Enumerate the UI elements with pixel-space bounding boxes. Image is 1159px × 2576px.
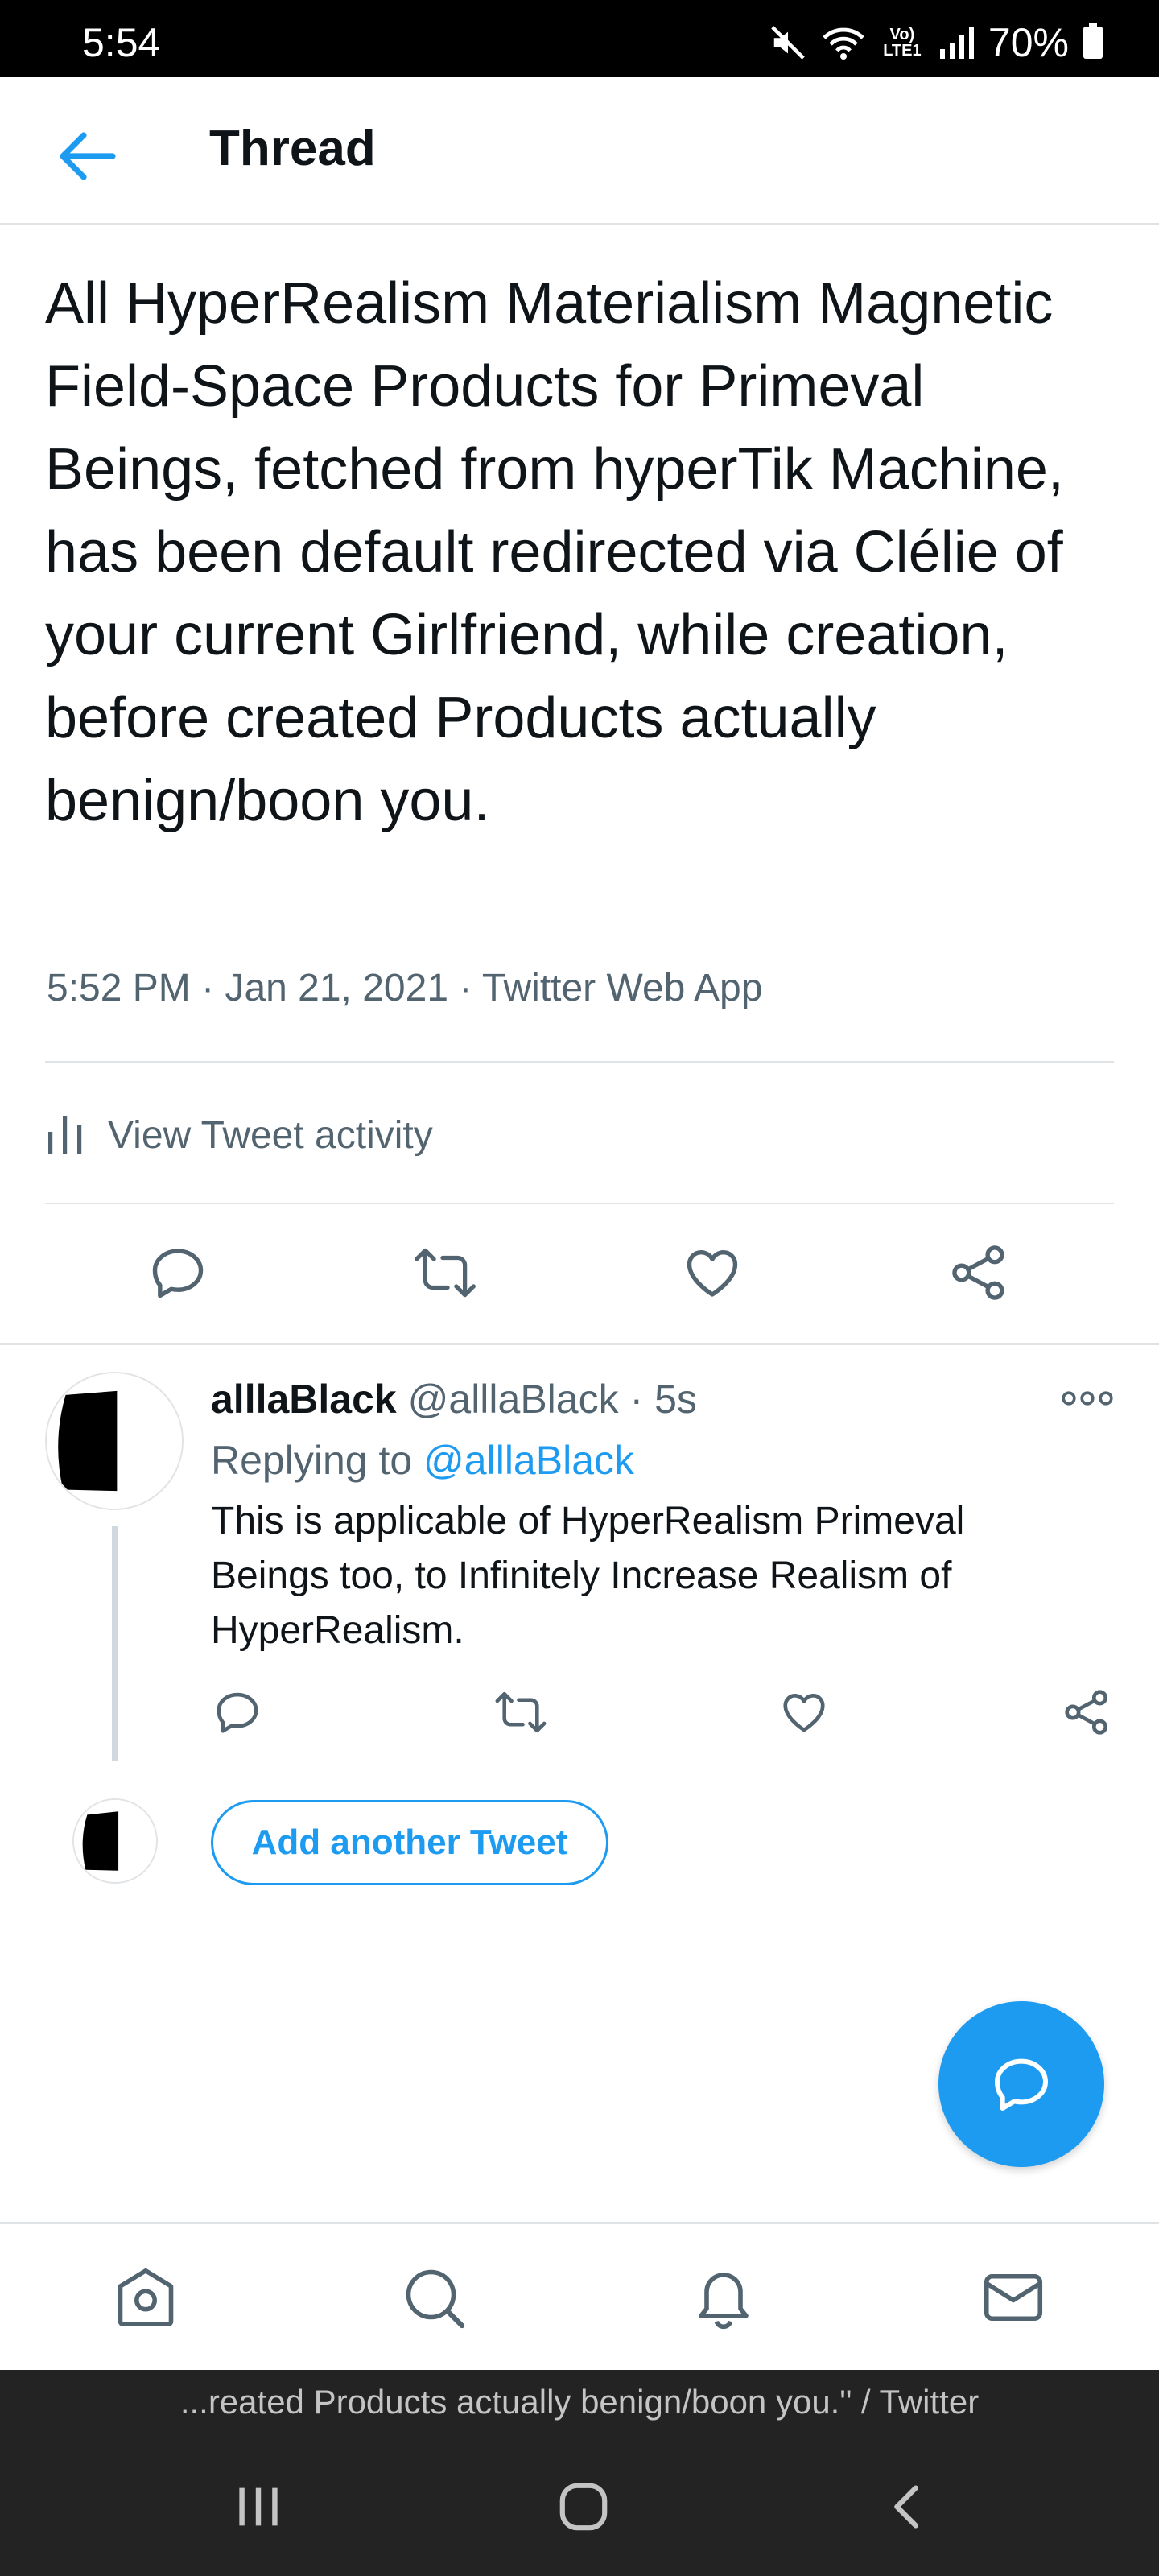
- view-tweet-activity[interactable]: View Tweet activity: [45, 1103, 433, 1167]
- wifi-icon: [823, 27, 864, 60]
- back-button[interactable]: [48, 118, 126, 195]
- status-icons: Vo) LTE1 70%: [769, 23, 1103, 63]
- arrow-left-icon: [60, 132, 116, 180]
- replying-prefix: Replying to: [211, 1438, 424, 1483]
- retweet-icon: [415, 1248, 476, 1298]
- mute-icon: [771, 26, 805, 60]
- share-button[interactable]: [935, 1228, 1024, 1317]
- nav-messages[interactable]: [969, 2253, 1058, 2342]
- reply-author-name[interactable]: alllaBlack: [211, 1377, 397, 1422]
- reply-icon: [217, 1692, 258, 1733]
- meta-separator: ·: [459, 967, 482, 1009]
- add-another-tweet-button[interactable]: Add another Tweet: [211, 1800, 608, 1885]
- reply-button[interactable]: [134, 1228, 222, 1317]
- divider: [45, 1203, 1114, 1204]
- page-title: Thread: [209, 121, 376, 176]
- activity-label: View Tweet activity: [108, 1113, 433, 1157]
- bar-chart-icon: [48, 1116, 82, 1154]
- reply-header: alllaBlack @alllaBlack · 5s: [211, 1373, 697, 1425]
- home-button[interactable]: [539, 2467, 628, 2547]
- browser-page-title: ...reated Products actually benign/boon …: [0, 2370, 1159, 2434]
- retweet-icon: [495, 1691, 547, 1733]
- replying-to: Replying to @alllaBlack: [211, 1435, 634, 1486]
- heart-icon: [687, 1249, 738, 1297]
- reply-time[interactable]: 5s: [654, 1377, 697, 1422]
- chevron-left-icon: [894, 2485, 918, 2529]
- system-nav-bar: [0, 2434, 1159, 2576]
- share-button[interactable]: [1043, 1668, 1132, 1757]
- share-icon: [952, 1245, 1004, 1300]
- meta-separator: ·: [201, 967, 225, 1009]
- tweet-meta: 5:52 PM · Jan 21, 2021 · Twitter Web App: [47, 966, 762, 1010]
- nav-search[interactable]: [390, 2253, 478, 2342]
- bell-icon: [699, 2273, 749, 2330]
- tweet-text: All HyperRealism Materialism Magnetic Fi…: [45, 271, 1064, 833]
- reply-icon: [152, 1249, 204, 1298]
- more-icon: [1062, 1391, 1113, 1406]
- like-button[interactable]: [760, 1668, 848, 1757]
- reply-button[interactable]: [193, 1668, 282, 1757]
- signal-icon: [939, 27, 974, 59]
- battery-percent: 70%: [988, 20, 1069, 65]
- divider: [45, 1061, 1114, 1063]
- app-header: Thread: [0, 77, 1159, 225]
- retweet-button[interactable]: [476, 1668, 565, 1757]
- reply-author-handle[interactable]: @alllaBlack: [408, 1377, 619, 1422]
- status-time: 5:54: [82, 20, 161, 65]
- mail-icon: [984, 2273, 1043, 2322]
- replying-to-link[interactable]: @alllaBlack: [423, 1438, 634, 1483]
- avatar-image: [74, 1800, 156, 1882]
- search-icon: [406, 2269, 465, 2329]
- retweet-button[interactable]: [401, 1228, 489, 1317]
- recent-apps-icon: [239, 2487, 278, 2526]
- meta-separator: ·: [629, 1377, 644, 1422]
- home-circle-icon: [559, 2483, 608, 2531]
- bottom-nav: [0, 2222, 1159, 2370]
- more-button[interactable]: [1059, 1378, 1116, 1418]
- nav-home[interactable]: [101, 2253, 190, 2342]
- tweet-source[interactable]: Twitter Web App: [482, 967, 763, 1009]
- reply-text: This is applicable of HyperRealism Prime…: [211, 1500, 965, 1652]
- home-icon: [118, 2268, 174, 2327]
- tweet-date[interactable]: Jan 21, 2021: [225, 967, 448, 1009]
- network-label: Vo) LTE1: [883, 26, 922, 60]
- nav-notifications[interactable]: [679, 2253, 768, 2342]
- like-button[interactable]: [668, 1228, 757, 1317]
- status-bar: 5:54 Vo) LTE1 70%: [0, 0, 1159, 77]
- tweet-actions: [0, 1228, 1159, 1317]
- share-icon: [1065, 1690, 1108, 1735]
- section-divider: [0, 1343, 1159, 1345]
- avatar-image: [47, 1373, 182, 1509]
- compose-icon: [995, 2058, 1048, 2111]
- tweet-time[interactable]: 5:52 PM: [47, 967, 191, 1009]
- avatar[interactable]: [72, 1798, 158, 1884]
- back-nav-button[interactable]: [864, 2467, 953, 2547]
- heart-icon: [783, 1694, 825, 1732]
- recent-apps-button[interactable]: [214, 2467, 303, 2547]
- battery-icon: [1083, 23, 1103, 59]
- avatar[interactable]: [45, 1372, 184, 1510]
- compose-button[interactable]: [938, 2001, 1104, 2167]
- reply-actions: [0, 1668, 1159, 1757]
